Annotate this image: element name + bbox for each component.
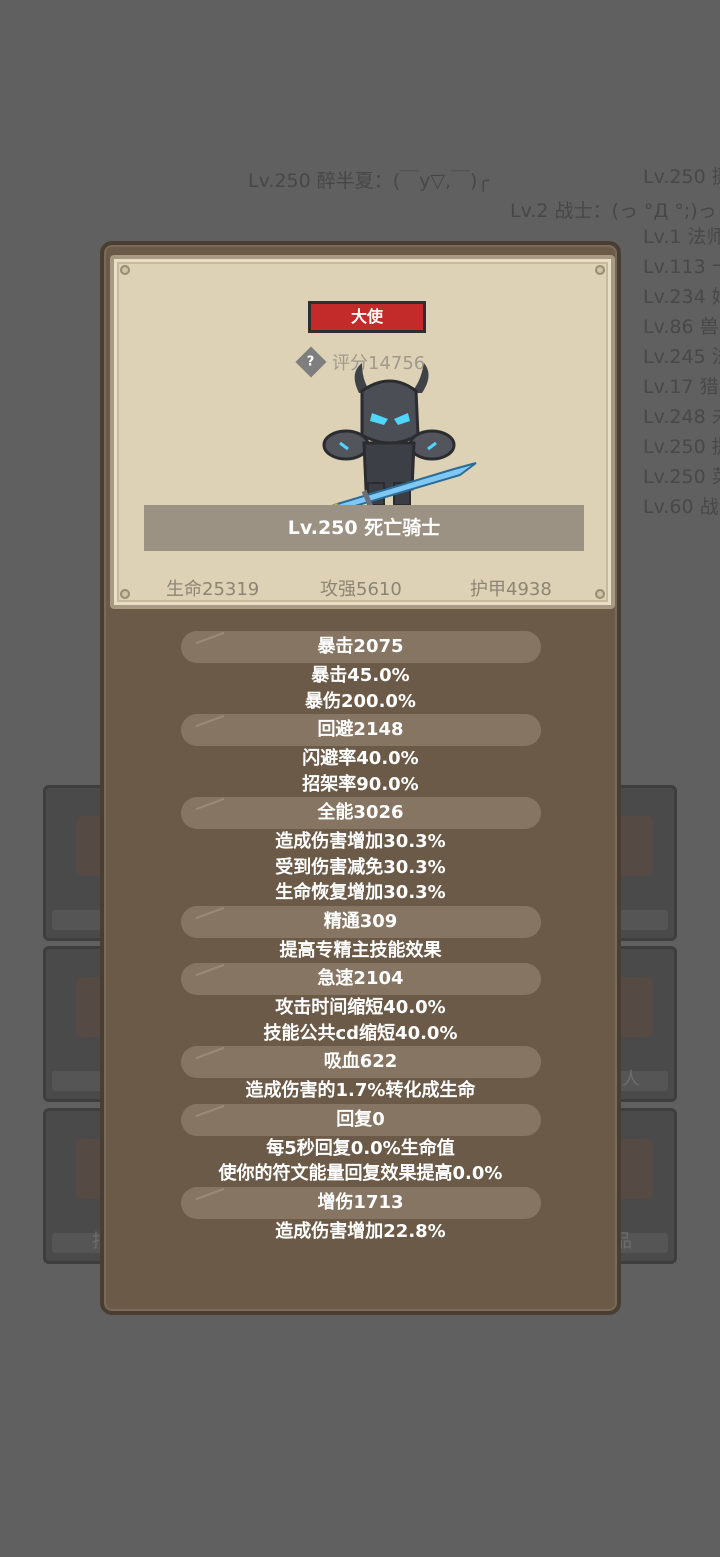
- attribute-header: 回避2148: [180, 714, 541, 746]
- character-header-card: 大使 ? 评分14756 Lv.250 死亡骑士 生命25319 攻强5610 …: [110, 255, 615, 609]
- title-badge: 大使: [308, 301, 426, 333]
- player-list-item: Lv.60 战士: [643, 496, 720, 518]
- attribute-header: 精通309: [180, 905, 541, 938]
- player-list-item: Lv.250 摄: [643, 166, 720, 188]
- player-list-item: Lv.250 菜: [643, 466, 720, 488]
- death-knight-avatar: [322, 363, 477, 513]
- attribute-detail: 受到伤害减免30.3%: [275, 856, 446, 878]
- attribute-header: 增伤1713: [180, 1186, 541, 1219]
- attribute-detail: 技能公共cd缩短40.0%: [263, 1022, 458, 1044]
- player-list-item: Lv.113 十: [643, 256, 720, 278]
- player-list-item: Lv.17 猎人: [643, 376, 720, 398]
- player-list-item: Lv.86 兽人: [643, 316, 720, 338]
- attribute-header: 回复0: [180, 1103, 541, 1136]
- chat-line: Lv.250 醉半夏：(￣y▽,￣)╭: [248, 170, 489, 192]
- attribute-detail: 每5秒回复0.0%生命值: [266, 1137, 455, 1159]
- attribute-detail: 闪避率40.0%: [302, 748, 419, 769]
- player-list: Lv.250 摄 Lv.1 法师 Lv.113 十 Lv.234 始 Lv.86…: [643, 166, 720, 526]
- player-list-item: Lv.250 提: [643, 436, 720, 458]
- attribute-header: 暴击2075: [180, 631, 541, 663]
- attribute-detail: 暴击45.0%: [311, 665, 410, 686]
- player-list-item: Lv.245 法: [643, 346, 720, 368]
- attribute-list: 暴击2075 暴击45.0% 暴伤200.0% 回避2148 闪避率40.0% …: [104, 631, 617, 1244]
- player-list-item: Lv.248 未: [643, 406, 720, 428]
- attribute-header: 全能3026: [180, 797, 541, 829]
- attribute-header: 吸血622: [180, 1046, 541, 1078]
- attribute-detail: 暴伤200.0%: [305, 690, 416, 712]
- stat-armor: 护甲4938: [470, 579, 552, 600]
- slot-label: 人: [622, 1069, 640, 1090]
- attribute-detail: 生命恢复增加30.3%: [275, 882, 446, 903]
- attribute-detail: 造成伤害增加22.8%: [275, 1220, 446, 1242]
- attribute-detail: 使你的符文能量回复效果提高0.0%: [218, 1163, 503, 1184]
- player-list-item: Lv.234 始: [643, 286, 720, 308]
- attribute-detail: 造成伤害的1.7%转化成生命: [245, 1080, 476, 1101]
- attribute-detail: 招架率90.0%: [302, 773, 419, 795]
- character-name: Lv.250 死亡骑士: [144, 505, 584, 551]
- attribute-detail: 造成伤害增加30.3%: [275, 831, 446, 852]
- player-list-item: Lv.1 法师: [643, 226, 720, 248]
- attribute-detail: 攻击时间缩短40.0%: [275, 997, 446, 1018]
- character-info-panel: 大使 ? 评分14756 Lv.250 死亡骑士 生命25319 攻强5610 …: [100, 241, 621, 1315]
- attribute-detail: 提高专精主技能效果: [279, 939, 442, 961]
- attribute-header: 急速2104: [180, 963, 541, 995]
- stat-hp: 生命25319: [166, 579, 260, 600]
- stat-attack: 攻强5610: [320, 579, 402, 600]
